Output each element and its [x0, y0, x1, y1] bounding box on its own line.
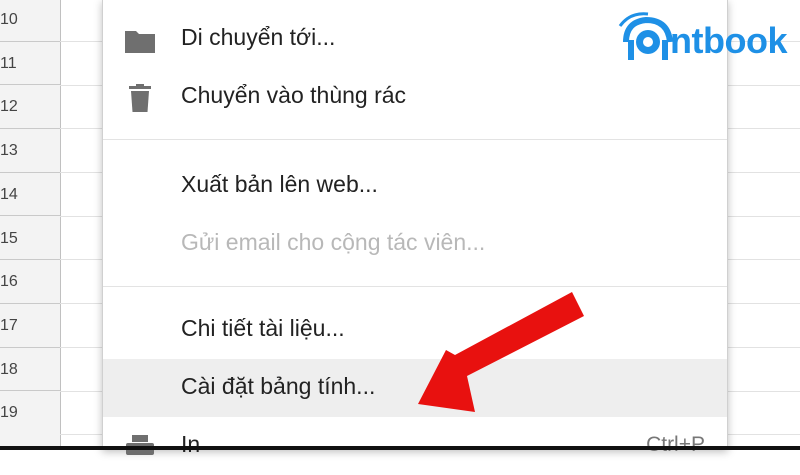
row-number[interactable]: 15 [0, 217, 60, 261]
menu-separator [103, 286, 727, 287]
menu-item-document-details[interactable]: Chi tiết tài liệu... [103, 301, 727, 359]
menu-item-label: Xuất bản lên web... [181, 171, 378, 197]
menu-item-label: Chi tiết tài liệu... [181, 315, 345, 341]
folder-icon [125, 31, 155, 53]
row-number[interactable]: 16 [0, 260, 60, 304]
logo-eye-icon [618, 12, 673, 60]
row-number[interactable]: 19 [0, 391, 60, 448]
menu-item-spreadsheet-settings[interactable]: Cài đặt bảng tính... [103, 359, 727, 417]
row-number[interactable]: 12 [0, 85, 60, 130]
menu-item-label: In [181, 431, 201, 457]
menu-item-label: Di chuyển tới... [181, 24, 336, 50]
row-number[interactable]: 13 [0, 129, 60, 173]
menu-item-move-to-trash[interactable]: Chuyển vào thùng rác [103, 68, 727, 126]
menu-item-email-collaborators: Gửi email cho cộng tác viên... [103, 215, 727, 273]
ntbook-logo: ntbook [618, 8, 798, 68]
menu-item-shortcut: Ctrl+P [646, 433, 705, 456]
row-number[interactable]: 17 [0, 304, 60, 348]
row-number[interactable]: 10 [0, 0, 60, 42]
menu-item-label: Gửi email cho cộng tác viên... [181, 229, 486, 255]
menu-separator [103, 139, 727, 140]
menu-item-label: Chuyển vào thùng rác [181, 82, 407, 108]
row-number[interactable]: 11 [0, 42, 60, 86]
bottom-border [0, 446, 800, 450]
trash-icon [129, 84, 151, 112]
menu-item-label: Cài đặt bảng tính... [181, 373, 376, 399]
row-number[interactable]: 18 [0, 348, 60, 392]
menu-item-publish-to-web[interactable]: Xuất bản lên web... [103, 157, 727, 215]
logo-text: ntbook [670, 20, 787, 61]
row-number[interactable]: 14 [0, 173, 60, 217]
row-header-column: 10 11 12 13 14 15 16 17 18 19 [0, 0, 61, 450]
